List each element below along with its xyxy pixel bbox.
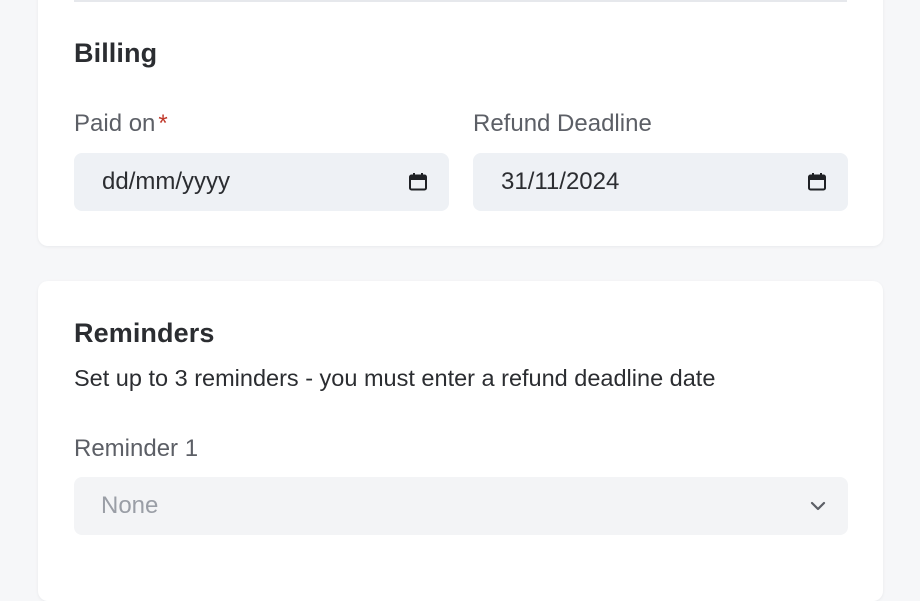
calendar-icon[interactable]	[806, 171, 828, 193]
refund-deadline-value: 31/11/2024	[501, 168, 620, 195]
billing-card: Billing Paid on * dd/mm/yyyy Refund Deadl…	[38, 0, 883, 246]
reminders-card: Reminders Set up to 3 reminders - you mu…	[38, 281, 883, 601]
calendar-icon[interactable]	[407, 171, 429, 193]
paid-on-label: Paid on *	[74, 110, 168, 138]
reminders-description: Set up to 3 reminders - you must enter a…	[74, 365, 716, 391]
refund-deadline-date-input[interactable]: 31/11/2024	[473, 153, 848, 211]
paid-on-value: dd/mm/yyyy	[102, 168, 231, 195]
reminder-1-select[interactable]: None	[74, 477, 848, 535]
required-marker: *	[158, 110, 168, 137]
billing-title: Billing	[74, 38, 158, 68]
reminder-1-label: Reminder 1	[74, 435, 199, 462]
paid-on-date-input[interactable]: dd/mm/yyyy	[74, 153, 449, 211]
reminder-1-selected-value: None	[101, 492, 159, 519]
refund-deadline-label: Refund Deadline	[473, 110, 652, 137]
paid-on-label-text: Paid on	[74, 110, 156, 137]
reminders-title: Reminders	[74, 318, 215, 348]
section-divider	[74, 0, 847, 2]
chevron-down-icon	[809, 497, 827, 515]
